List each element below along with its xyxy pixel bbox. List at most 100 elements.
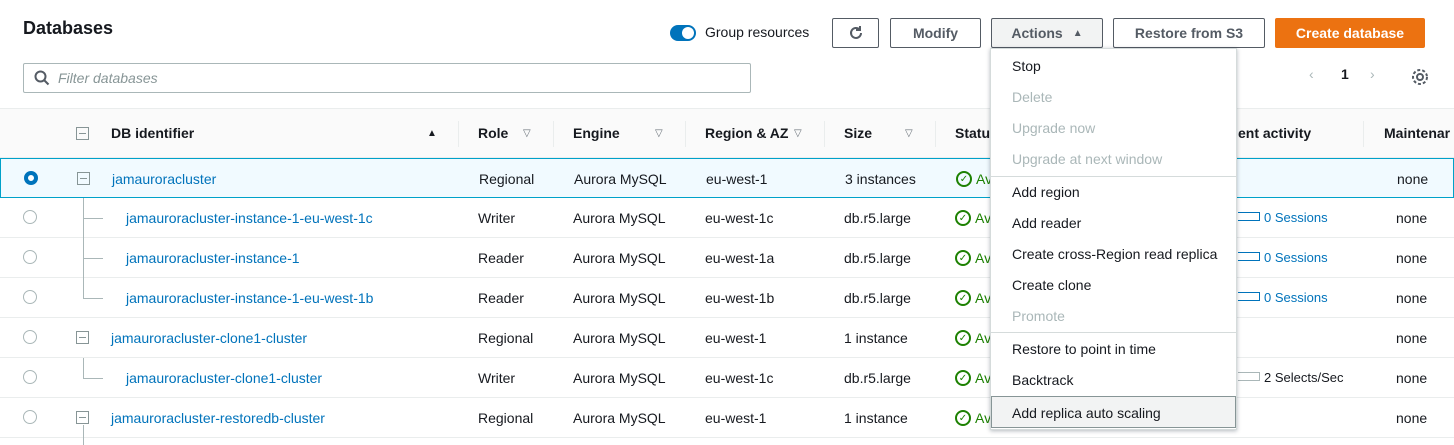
row-radio[interactable] [23,370,37,384]
db-identifier-link[interactable]: jamauroracluster [112,171,216,187]
col-divider [935,121,936,147]
group-resources-toggle[interactable] [670,25,696,41]
status-cell: Av [975,210,992,226]
col-divider [458,121,459,147]
col-divider [824,121,825,147]
maintenance-cell: none [1396,410,1428,426]
status-ok-icon: ✓ [955,370,971,386]
tree-line [83,258,103,259]
col-region-az[interactable]: Region & AZ [705,125,788,141]
col-current-activity[interactable]: ent activity [1238,125,1311,141]
region-cell: eu-west-1c [705,370,774,386]
row-radio[interactable] [24,171,38,185]
menu-item-add-replica-auto-scaling[interactable]: Add replica auto scaling [1012,405,1161,421]
activity-link[interactable]: 0 Sessions [1264,250,1328,265]
menu-item-add-reader[interactable]: Add reader [1012,215,1081,231]
role-cell: Regional [479,171,535,187]
menu-divider [991,176,1236,177]
size-cell: 3 instances [845,171,916,187]
maintenance-cell: none [1396,330,1428,346]
tree-line [83,278,84,298]
tree-line [83,358,84,378]
status-ok-icon: ✓ [956,171,972,187]
sort-icon[interactable]: ▽ [523,128,531,139]
region-cell: eu-west-1 [706,171,768,187]
engine-cell: Aurora MySQL [574,171,667,187]
db-identifier-link[interactable]: jamauroracluster-instance-1-eu-west-1c [126,210,373,226]
menu-item-cross-region-replica[interactable]: Create cross-Region read replica [1012,246,1217,262]
col-role[interactable]: Role [478,125,508,141]
collapse-icon[interactable] [77,172,90,185]
menu-item-restore-point-in-time[interactable]: Restore to point in time [1012,341,1156,357]
refresh-button[interactable] [832,18,879,48]
filter-placeholder: Filter databases [58,70,158,86]
col-engine[interactable]: Engine [573,125,620,141]
col-maintenance[interactable]: Maintenar [1384,125,1450,141]
menu-item-add-region[interactable]: Add region [1012,184,1080,200]
status-cell: Av [975,370,992,386]
db-identifier-link[interactable]: jamauroracluster-clone1-cluster [111,330,307,346]
menu-item-backtrack[interactable]: Backtrack [1012,372,1073,388]
menu-divider [991,332,1236,333]
collapse-all-icon[interactable] [76,127,89,140]
restore-from-s3-button[interactable]: Restore from S3 [1113,18,1265,48]
col-db-identifier[interactable]: DB identifier [111,125,194,141]
modify-button[interactable]: Modify [890,18,981,48]
sort-icon[interactable]: ▽ [794,128,802,139]
size-cell: 1 instance [844,410,908,426]
engine-cell: Aurora MySQL [573,290,666,306]
prev-page-icon[interactable]: ‹ [1309,66,1314,82]
db-identifier-link[interactable]: jamauroracluster-restoredb-cluster [111,410,325,426]
status-ok-icon: ✓ [955,330,971,346]
settings-gear-icon[interactable] [1411,68,1429,89]
sort-icon[interactable]: ▽ [905,128,913,139]
region-cell: eu-west-1 [705,330,767,346]
col-divider [553,121,554,147]
row-radio[interactable] [23,290,37,304]
row-radio[interactable] [23,330,37,344]
activity-link[interactable]: 0 Sessions [1264,290,1328,305]
db-identifier-link[interactable]: jamauroracluster-clone1-cluster [126,370,322,386]
menu-item-delete[interactable]: Delete [1012,89,1052,105]
db-identifier-link[interactable]: jamauroracluster-instance-1-eu-west-1b [126,290,373,306]
row-radio[interactable] [23,250,37,264]
menu-item-create-clone[interactable]: Create clone [1012,277,1091,293]
activity-text: 2 Selects/Sec [1264,370,1344,385]
role-cell: Writer [478,370,516,386]
sort-asc-icon[interactable]: ▲ [427,128,437,139]
menu-item-stop[interactable]: Stop [1012,58,1041,74]
role-cell: Regional [478,410,534,426]
region-cell: eu-west-1 [705,410,767,426]
actions-button[interactable]: Actions ▲ [991,18,1103,48]
size-cell: db.r5.large [844,290,911,306]
activity-link[interactable]: 0 Sessions [1264,210,1328,225]
engine-cell: Aurora MySQL [573,250,666,266]
collapse-icon[interactable] [76,411,89,424]
status-cell: Av [975,250,992,266]
status-ok-icon: ✓ [955,210,971,226]
db-identifier-link[interactable]: jamauroracluster-instance-1 [126,250,300,266]
engine-cell: Aurora MySQL [573,370,666,386]
sessions-bar [1238,292,1260,301]
row-radio[interactable] [23,410,37,424]
size-cell: db.r5.large [844,250,911,266]
menu-item-upgrade-next-window[interactable]: Upgrade at next window [1012,151,1162,167]
create-database-button[interactable]: Create database [1275,18,1425,48]
col-divider [1363,121,1364,147]
menu-item-promote[interactable]: Promote [1012,308,1065,324]
page-number[interactable]: 1 [1341,66,1349,82]
sessions-bar [1238,252,1260,261]
role-cell: Regional [478,330,534,346]
region-cell: eu-west-1c [705,210,774,226]
role-cell: Reader [478,290,524,306]
row-radio[interactable] [23,210,37,224]
collapse-icon[interactable] [76,331,89,344]
filter-databases-input[interactable]: Filter databases [23,63,751,93]
col-divider [685,121,686,147]
maintenance-cell: none [1396,210,1428,226]
next-page-icon[interactable]: › [1370,66,1375,82]
sort-icon[interactable]: ▽ [655,128,663,139]
menu-item-upgrade-now[interactable]: Upgrade now [1012,120,1095,136]
engine-cell: Aurora MySQL [573,410,666,426]
col-size[interactable]: Size [844,125,872,141]
